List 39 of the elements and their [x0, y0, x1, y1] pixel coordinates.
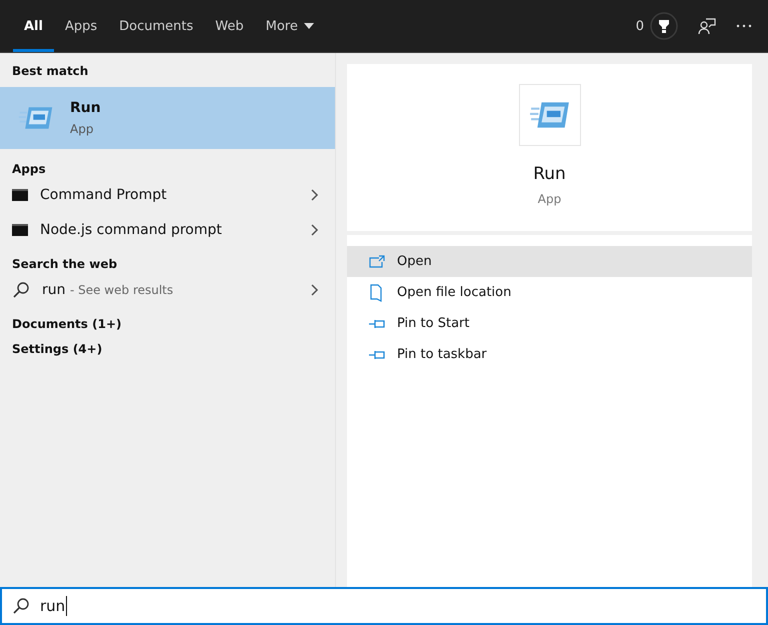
app-name: Run: [533, 164, 566, 184]
web-result-item[interactable]: run - See web results: [0, 272, 335, 307]
action-item[interactable]: Pin to taskbar: [347, 339, 752, 370]
result-item[interactable]: Command Prompt: [0, 177, 335, 212]
action-item[interactable]: Open: [347, 246, 752, 277]
filter-tab[interactable]: Web: [204, 0, 255, 52]
filter-tab[interactable]: Apps: [54, 0, 108, 52]
result-item[interactable]: Run App: [0, 87, 335, 149]
search-icon: [12, 597, 30, 615]
terminal-icon: [12, 224, 28, 236]
run-app-icon: [528, 100, 570, 130]
chevron-icon[interactable]: [311, 188, 319, 200]
result-title: Run: [70, 100, 101, 116]
search-field[interactable]: run: [0, 587, 768, 625]
trophy-icon[interactable]: [650, 12, 678, 40]
section-heading: Best match: [11, 63, 90, 80]
app-type: App: [538, 192, 562, 206]
chevron-icon[interactable]: [311, 284, 319, 296]
points-count: 0: [636, 18, 644, 34]
search-icon: [12, 280, 30, 298]
filter-tab[interactable]: Documents: [108, 0, 204, 52]
feedback-icon[interactable]: [698, 17, 716, 35]
section-heading: Search the web: [11, 256, 118, 273]
result-item[interactable]: Node.js command prompt: [0, 212, 335, 247]
result-type: App: [70, 122, 94, 136]
pin-icon: [369, 348, 385, 360]
caret-icon: [304, 23, 314, 29]
terminal-icon: [12, 188, 28, 200]
filter-tab[interactable]: More: [254, 0, 325, 52]
pin-icon: [369, 318, 385, 330]
section-heading: Apps: [11, 161, 47, 178]
more-options-icon[interactable]: [736, 24, 752, 28]
chevron-icon[interactable]: [311, 224, 319, 236]
action-item[interactable]: Open file location: [347, 277, 752, 308]
section-heading[interactable]: Documents (1+): [0, 315, 335, 340]
action-item[interactable]: Pin to Start: [347, 308, 752, 339]
run-app-icon: [18, 105, 54, 131]
section-heading[interactable]: Settings (4+): [0, 340, 335, 365]
open-window-icon: [369, 254, 385, 268]
